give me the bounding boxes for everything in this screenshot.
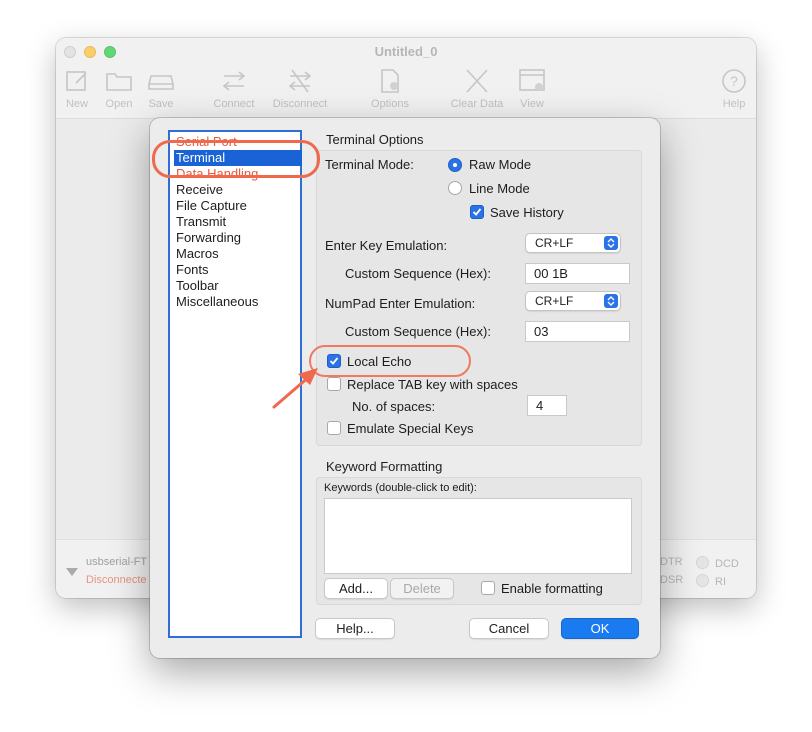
category-macros[interactable]: Macros <box>174 246 302 262</box>
category-forwarding[interactable]: Forwarding <box>174 230 302 246</box>
keywords-list[interactable] <box>324 498 632 574</box>
options-dialog: Serial Port Terminal Data Handling Recei… <box>150 118 660 658</box>
custom-sequence-label: Custom Sequence (Hex): <box>345 266 491 281</box>
raw-mode-radio[interactable] <box>448 158 462 172</box>
category-receive[interactable]: Receive <box>174 182 302 198</box>
replace-tab-checkbox[interactable] <box>327 377 341 391</box>
line-mode-radio[interactable] <box>448 181 462 195</box>
terminal-options-title: Terminal Options <box>326 132 424 147</box>
custom-sequence-2-label: Custom Sequence (Hex): <box>345 324 491 339</box>
pointer-arrow-icon <box>272 368 318 409</box>
local-echo-highlight-annotation <box>309 345 471 377</box>
category-transmit[interactable]: Transmit <box>174 214 302 230</box>
category-fonts[interactable]: Fonts <box>174 262 302 278</box>
cancel-button[interactable]: Cancel <box>469 618 549 639</box>
help-button[interactable]: Help... <box>315 618 395 639</box>
numpad-enter-value: CR+LF <box>535 294 574 308</box>
enter-key-value: CR+LF <box>535 236 574 250</box>
line-mode-label[interactable]: Line Mode <box>469 181 530 196</box>
numpad-enter-label: NumPad Enter Emulation: <box>325 296 476 311</box>
enable-formatting-checkbox[interactable] <box>481 581 495 595</box>
custom-sequence-field[interactable]: 00 1B <box>525 263 630 284</box>
emulate-keys-checkbox[interactable] <box>327 421 341 435</box>
keyword-formatting-title: Keyword Formatting <box>326 459 443 474</box>
replace-tab-label[interactable]: Replace TAB key with spaces <box>347 377 518 392</box>
num-spaces-field[interactable]: 4 <box>527 395 567 416</box>
enter-key-popup[interactable]: CR+LF <box>525 233 621 253</box>
enter-key-label: Enter Key Emulation: <box>325 238 448 253</box>
num-spaces-label: No. of spaces: <box>352 399 436 414</box>
popup-arrows-icon <box>604 236 618 250</box>
raw-mode-label[interactable]: Raw Mode <box>469 157 531 172</box>
terminal-mode-label: Terminal Mode: <box>325 157 414 172</box>
category-miscellaneous[interactable]: Miscellaneous <box>174 294 302 310</box>
delete-keyword-button[interactable]: Delete <box>390 578 454 599</box>
keywords-list-label: Keywords (double-click to edit): <box>324 482 477 494</box>
numpad-enter-popup[interactable]: CR+LF <box>525 291 621 311</box>
category-file-capture[interactable]: File Capture <box>174 198 302 214</box>
save-history-label[interactable]: Save History <box>490 205 564 220</box>
terminal-highlight-annotation <box>152 140 320 178</box>
popup-arrows-icon <box>604 294 618 308</box>
enable-formatting-label[interactable]: Enable formatting <box>501 581 603 596</box>
add-keyword-button[interactable]: Add... <box>324 578 388 599</box>
custom-sequence-2-field[interactable]: 03 <box>525 321 630 342</box>
ok-button[interactable]: OK <box>561 618 639 639</box>
emulate-keys-label[interactable]: Emulate Special Keys <box>347 421 473 436</box>
save-history-checkbox[interactable] <box>470 205 484 219</box>
category-toolbar[interactable]: Toolbar <box>174 278 302 294</box>
checkmark-icon <box>472 208 482 216</box>
